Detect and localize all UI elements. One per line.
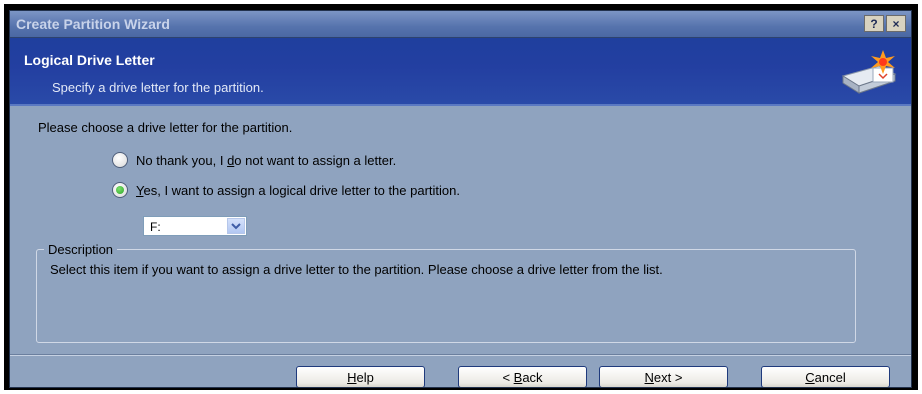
back-button-rest: ack xyxy=(522,369,543,385)
radio-no-label-suffix: o not want to assign a letter. xyxy=(234,152,397,168)
radio-no-letter-label[interactable]: No thank you, I do not want to assign a … xyxy=(136,153,396,168)
radio-no-label-prefix: No thank you, I xyxy=(136,152,228,168)
page-title: Logical Drive Letter xyxy=(24,52,155,68)
cancel-button[interactable]: Cancel xyxy=(761,366,890,387)
back-button[interactable]: < Back xyxy=(458,366,587,387)
cancel-button-accel: C xyxy=(805,369,815,385)
close-button[interactable]: × xyxy=(886,15,906,32)
radio-assign-letter[interactable]: Yes, I want to assign a logical drive le… xyxy=(112,180,460,200)
radio-assign-letter-label[interactable]: Yes, I want to assign a logical drive le… xyxy=(136,183,460,198)
page-subtitle: Specify a drive letter for the partition… xyxy=(52,80,264,95)
disk-drive-new-partition-icon xyxy=(841,50,897,94)
next-button-rest: ext > xyxy=(653,369,683,385)
back-button-accel: B xyxy=(513,369,523,385)
choose-letter-prompt: Please choose a drive letter for the par… xyxy=(38,120,293,135)
radio-yes-label-suffix: es, I want to assign a logical drive let… xyxy=(143,182,460,198)
title-bar[interactable]: Create Partition Wizard ? × xyxy=(10,11,911,38)
next-button-accel: N xyxy=(644,369,654,385)
help-button-rest: elp xyxy=(356,369,374,385)
help-button-accel: H xyxy=(347,369,357,385)
radio-button-unchecked[interactable] xyxy=(112,152,128,168)
window-title: Create Partition Wizard xyxy=(16,16,170,32)
wizard-header: Logical Drive Letter Specify a drive let… xyxy=(10,38,911,106)
cancel-button-rest: ancel xyxy=(814,369,846,385)
help-button[interactable]: Help xyxy=(296,366,425,387)
back-button-prefix: < xyxy=(502,369,514,385)
drive-letter-select[interactable]: F: xyxy=(143,216,247,236)
wizard-window: Create Partition Wizard ? × Logical Driv… xyxy=(9,10,912,388)
description-text: Select this item if you want to assign a… xyxy=(50,262,663,277)
radio-button-checked[interactable] xyxy=(112,182,128,198)
chevron-down-icon[interactable] xyxy=(227,218,245,234)
footer-separator xyxy=(10,354,911,356)
description-legend: Description xyxy=(44,242,118,257)
radio-no-letter[interactable]: No thank you, I do not want to assign a … xyxy=(112,150,396,170)
drive-letter-value: F: xyxy=(150,220,161,234)
help-title-button[interactable]: ? xyxy=(864,15,884,32)
next-button[interactable]: Next > xyxy=(599,366,728,387)
